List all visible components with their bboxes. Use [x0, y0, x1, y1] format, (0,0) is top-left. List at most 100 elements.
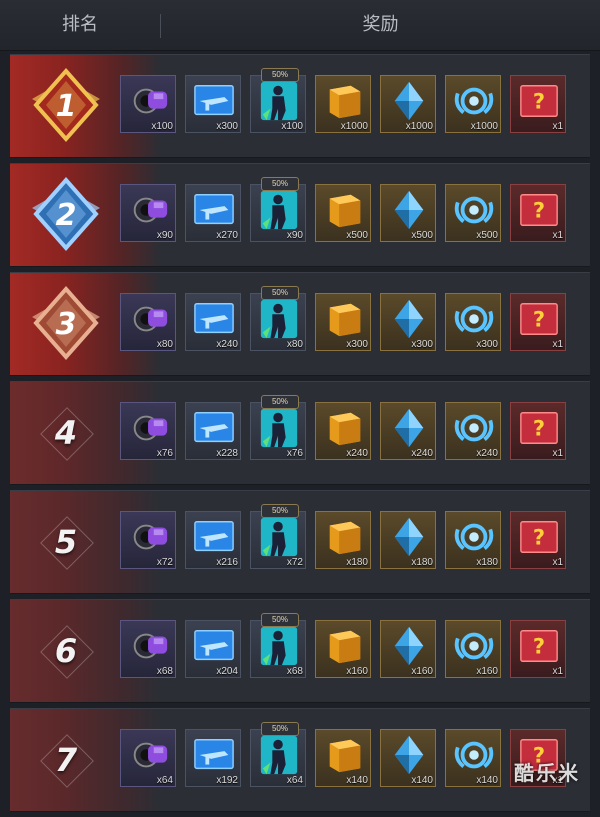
item-quantity: x500 — [476, 230, 498, 241]
gold-crate-icon — [329, 303, 361, 337]
blue-emblem-icon — [454, 196, 494, 224]
reward-item[interactable]: x64 — [120, 729, 176, 787]
item-quantity: x240 — [346, 448, 368, 459]
reward-item[interactable]: x1000 — [445, 75, 501, 133]
item-quantity: x140 — [411, 775, 433, 786]
purple-scope-icon — [133, 197, 168, 223]
reward-item[interactable]: ? x1 — [510, 620, 566, 678]
gold-crate-icon — [329, 521, 361, 555]
reward-item[interactable]: x160 — [315, 620, 371, 678]
blue-emblem-icon — [454, 523, 494, 551]
rank-label: 5 — [26, 501, 106, 583]
reward-item[interactable]: x140 — [445, 729, 501, 787]
item-quantity: x100 — [281, 121, 303, 132]
character-card-icon — [260, 299, 298, 339]
reward-item[interactable]: x500 — [445, 184, 501, 242]
reward-item[interactable]: x180 — [315, 511, 371, 569]
reward-item[interactable]: ? x1 — [510, 75, 566, 133]
reward-item[interactable]: 50% x90 — [250, 177, 306, 242]
reward-item[interactable]: x192 — [185, 729, 241, 787]
reward-item[interactable]: x100 — [120, 75, 176, 133]
item-quantity: x300 — [216, 121, 238, 132]
rank-diamond-frame — [40, 407, 94, 461]
reward-item[interactable]: x160 — [445, 620, 501, 678]
item-quantity: x240 — [476, 448, 498, 459]
reward-item[interactable]: x140 — [380, 729, 436, 787]
ranking-row: 2 x90 x270 50% x90 x500 x500 x500? x1 — [10, 163, 590, 267]
blue-crystal-icon — [394, 408, 424, 448]
reward-item[interactable]: 50% x64 — [250, 722, 306, 787]
reward-item[interactable]: ? x1 — [510, 402, 566, 460]
reward-item[interactable]: 50% x100 — [250, 68, 306, 133]
reward-item[interactable]: x76 — [120, 402, 176, 460]
reward-item[interactable]: x270 — [185, 184, 241, 242]
blue-crystal-icon — [394, 735, 424, 775]
item-quantity: x64 — [286, 775, 303, 786]
reward-item[interactable]: ? x1 — [510, 293, 566, 351]
reward-item[interactable]: x500 — [380, 184, 436, 242]
reward-item[interactable]: x1000 — [380, 75, 436, 133]
reward-item[interactable]: 50% x72 — [250, 504, 306, 569]
reward-item[interactable]: x500 — [315, 184, 371, 242]
percent-badge: 50% — [261, 68, 299, 82]
reward-item[interactable]: 50% x80 — [250, 286, 306, 351]
reward-item[interactable]: x160 — [380, 620, 436, 678]
item-quantity: x68 — [286, 666, 303, 677]
mystery-card-icon: ? — [520, 521, 558, 553]
reward-item[interactable]: x300 — [315, 293, 371, 351]
reward-item[interactable]: x300 — [445, 293, 501, 351]
reward-item[interactable]: x180 — [380, 511, 436, 569]
item-quantity: x76 — [156, 448, 173, 459]
purple-scope-icon — [133, 633, 168, 659]
reward-item[interactable]: x180 — [445, 511, 501, 569]
reward-item[interactable]: x204 — [185, 620, 241, 678]
reward-item[interactable]: x240 — [445, 402, 501, 460]
item-quantity: x240 — [216, 339, 238, 350]
reward-item[interactable]: ? x1 — [510, 184, 566, 242]
reward-item[interactable]: x68 — [120, 620, 176, 678]
reward-item[interactable]: x90 — [120, 184, 176, 242]
item-quantity: x1000 — [470, 121, 498, 132]
reward-item[interactable]: x1000 — [315, 75, 371, 133]
item-quantity: x80 — [286, 339, 303, 350]
reward-column-header: 奖励 — [362, 14, 399, 35]
reward-item[interactable]: x72 — [120, 511, 176, 569]
blue-weapon-card-icon — [194, 194, 234, 225]
reward-item[interactable]: x240 — [185, 293, 241, 351]
blue-emblem-icon — [454, 741, 494, 769]
item-quantity: x240 — [411, 448, 433, 459]
mystery-card-icon: ? — [520, 303, 558, 335]
reward-item[interactable]: x140 — [315, 729, 371, 787]
mystery-card-icon: ? — [520, 630, 558, 662]
item-quantity: x140 — [476, 775, 498, 786]
reward-item[interactable]: x216 — [185, 511, 241, 569]
blue-crystal-icon — [394, 517, 424, 557]
percent-badge: 50% — [261, 504, 299, 518]
item-quantity: x180 — [411, 557, 433, 568]
blue-weapon-card-icon — [194, 630, 234, 661]
reward-item[interactable]: x300 — [185, 75, 241, 133]
item-quantity: x216 — [216, 557, 238, 568]
rank-number: 1 — [56, 89, 77, 124]
reward-item[interactable]: x240 — [315, 402, 371, 460]
reward-item[interactable]: 50% x76 — [250, 395, 306, 460]
purple-scope-icon — [133, 524, 168, 550]
rank-diamond-frame — [40, 516, 94, 570]
svg-text:?: ? — [533, 308, 545, 332]
reward-items: x68 x204 50% x68 x160 x160 x160? x1 — [120, 613, 580, 684]
reward-item[interactable]: 50% x68 — [250, 613, 306, 678]
reward-item[interactable]: x300 — [380, 293, 436, 351]
svg-text:?: ? — [533, 635, 545, 659]
item-quantity: x72 — [156, 557, 173, 568]
reward-item[interactable]: x240 — [380, 402, 436, 460]
gold-crate-icon — [329, 194, 361, 228]
blue-weapon-card-icon — [194, 412, 234, 443]
reward-item[interactable]: x80 — [120, 293, 176, 351]
percent-badge: 50% — [261, 177, 299, 191]
character-card-icon — [260, 735, 298, 775]
reward-item[interactable]: ? x1 — [510, 511, 566, 569]
svg-text:?: ? — [533, 417, 545, 441]
ranking-row: 5 x72 x216 50% x72 x180 x180 x180? x1 — [10, 490, 590, 594]
reward-item[interactable]: x228 — [185, 402, 241, 460]
blue-weapon-card-icon — [194, 739, 234, 770]
